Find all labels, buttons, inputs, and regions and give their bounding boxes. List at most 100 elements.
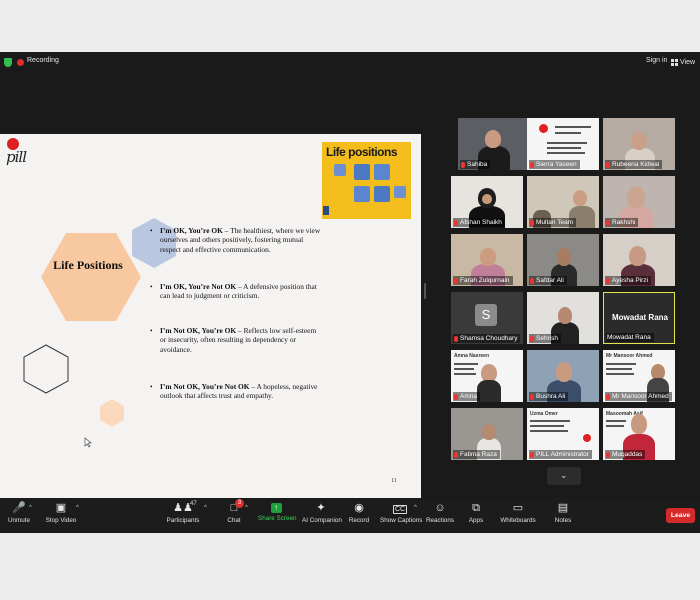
muted-mic-icon xyxy=(530,393,534,400)
leave-button[interactable]: Leave xyxy=(666,508,695,523)
character-box-icon xyxy=(374,164,390,180)
whiteboards-label: Whiteboards xyxy=(500,517,536,524)
participants-label: Participants xyxy=(166,517,200,524)
recording-icon xyxy=(17,59,24,66)
participant-tile[interactable]: Farah Zulqurnain xyxy=(451,234,523,286)
reactions-button[interactable]: ☺ Reactions xyxy=(426,502,454,524)
chat-options-caret[interactable]: ^ xyxy=(245,505,248,511)
participant-name-tag: Sahiba xyxy=(460,160,491,169)
apps-label: Apps xyxy=(468,517,484,524)
muted-mic-icon xyxy=(606,161,610,168)
participant-name: Afshan Shaikh xyxy=(460,219,502,226)
muted-mic-icon xyxy=(606,451,610,458)
security-shield-icon[interactable] xyxy=(4,58,12,67)
notes-icon: ▤ xyxy=(557,502,569,514)
participant-face xyxy=(631,132,647,150)
participant-face xyxy=(482,194,492,204)
participant-name-tag: Multan Team xyxy=(529,218,577,227)
gallery-next-page-button[interactable]: ⌄ xyxy=(547,467,581,485)
participant-tile[interactable]: Masoomah Asif Muqaddas xyxy=(603,408,675,460)
participant-avatar: S xyxy=(475,304,497,326)
participant-tile[interactable]: Uzma Omer PILL Administrator xyxy=(527,408,599,460)
participant-name-tag: Fatima Raza xyxy=(453,450,500,459)
muted-mic-icon xyxy=(530,161,534,168)
participant-name-tag: Muqaddas xyxy=(605,450,646,459)
recording-label[interactable]: Recording xyxy=(27,57,59,64)
participants-button[interactable]: ♟♟ 47 Participants xyxy=(166,501,200,524)
participant-name: Rubeena Kidwai xyxy=(612,161,660,168)
participant-name: Muqaddas xyxy=(612,451,643,458)
chevron-down-icon: ⌄ xyxy=(560,470,568,480)
participant-tile[interactable]: Rubeena Kidwai xyxy=(603,118,675,170)
notes-label: Notes xyxy=(554,517,572,524)
participant-tile[interactable]: Mr Mansoor Ahmed Mr Mansoor Ahmed xyxy=(603,350,675,402)
muted-mic-icon xyxy=(454,451,458,458)
record-button[interactable]: ◉ Record xyxy=(348,502,370,524)
participant-tile[interactable]: Ayesha Pirzi xyxy=(603,234,675,286)
participant-name-tag: Farah Zulqurnain xyxy=(453,276,513,285)
participant-tile[interactable]: Afshan Shaikh xyxy=(451,176,523,228)
panel-resize-handle[interactable] xyxy=(424,283,426,299)
share-screen-button[interactable]: ↑ Share Screen xyxy=(258,502,297,522)
participant-name: Rakhshi xyxy=(612,219,636,226)
grid-view-icon xyxy=(671,58,678,66)
meeting-toolbar: 🎤 Unmute ^ ▣ Stop Video ^ ♟♟ 47 Particip… xyxy=(0,498,700,533)
chat-button[interactable]: □ 3 Chat xyxy=(222,499,246,524)
participant-tile[interactable]: Safdar Ali xyxy=(527,234,599,286)
participants-count: 47 xyxy=(190,501,197,507)
participant-name-tag: Mowadat Rana xyxy=(606,333,654,342)
whiteboard-icon: ▭ xyxy=(512,502,524,514)
apps-grid-icon: ⧉ xyxy=(472,502,480,514)
audio-options-caret[interactable]: ^ xyxy=(29,505,32,511)
muted-mic-icon xyxy=(606,277,610,284)
view-button[interactable]: View xyxy=(671,56,695,68)
ai-companion-label: AI Companion xyxy=(302,517,342,524)
muted-mic-icon xyxy=(530,277,534,284)
participant-name-tag: Mr Mansoor Ahmed xyxy=(605,392,672,401)
captions-options-caret[interactable]: ^ xyxy=(414,505,417,511)
participant-name-tag: Sierra Yaseen xyxy=(529,160,580,169)
participant-name: PILL Administrator xyxy=(536,451,589,458)
participant-face xyxy=(480,248,496,266)
record-label: Record xyxy=(348,517,370,524)
participant-name: Fatima Raza xyxy=(460,451,497,458)
whiteboards-button[interactable]: ▭ Whiteboards xyxy=(500,502,536,524)
participant-name-tag: Bushra Ali xyxy=(529,392,569,401)
participant-tile[interactable]: Amna Nasreen Amna xyxy=(451,350,523,402)
participant-tile[interactable]: S Shamsa Choudhary xyxy=(451,292,523,344)
participant-tile[interactable]: Bushra Ali xyxy=(527,350,599,402)
participant-face xyxy=(557,248,571,266)
view-label: View xyxy=(680,58,696,66)
stop-video-button[interactable]: ▣ Stop Video xyxy=(44,502,78,524)
participant-name: Sierra Yaseen xyxy=(536,161,577,168)
notes-button[interactable]: ▤ Notes xyxy=(552,502,574,524)
doc-header: Mr Mansoor Ahmed xyxy=(606,353,653,359)
sign-in-link[interactable]: Sign in xyxy=(646,57,667,64)
participant-tile[interactable]: Multan Team xyxy=(527,176,599,228)
participant-name-large: Mowadat Rana xyxy=(611,313,668,322)
participant-face xyxy=(627,186,645,208)
doc-header: Uzma Omer xyxy=(530,411,558,417)
participant-tile[interactable]: Sehrish xyxy=(527,292,599,344)
bullet-bold: I’m OK, You’re Not OK xyxy=(160,282,237,291)
ai-companion-button[interactable]: ✦ AI Companion xyxy=(302,502,342,524)
participants-options-caret[interactable]: ^ xyxy=(204,505,207,511)
participant-name-tag: PILL Administrator xyxy=(529,450,592,459)
muted-mic-icon xyxy=(461,161,465,168)
slide-title: Life Positions xyxy=(53,258,123,272)
participant-name: Multan Team xyxy=(536,219,574,226)
video-camera-icon: ▣ xyxy=(55,502,67,514)
active-speaker-tile[interactable]: Mowadat Rana Mowadat Rana xyxy=(603,292,675,344)
bullet-item: • I’m Not OK, You’re Not OK – A hopeless,… xyxy=(150,382,318,401)
participant-tile[interactable]: Sahiba xyxy=(458,118,530,170)
character-box-icon xyxy=(354,164,370,180)
video-options-caret[interactable]: ^ xyxy=(76,505,79,511)
participant-tile[interactable]: Rakhshi xyxy=(603,176,675,228)
participant-tile[interactable]: Fatima Raza xyxy=(451,408,523,460)
bullet-item: • I’m OK, You’re OK – The healthiest, whe… xyxy=(150,226,321,254)
muted-mic-icon xyxy=(530,335,534,342)
participant-name-tag: Amna xyxy=(453,392,480,401)
participant-tile[interactable]: Sierra Yaseen xyxy=(527,118,599,170)
life-positions-image: Life positions xyxy=(322,142,411,219)
apps-button[interactable]: ⧉ Apps xyxy=(466,502,486,524)
